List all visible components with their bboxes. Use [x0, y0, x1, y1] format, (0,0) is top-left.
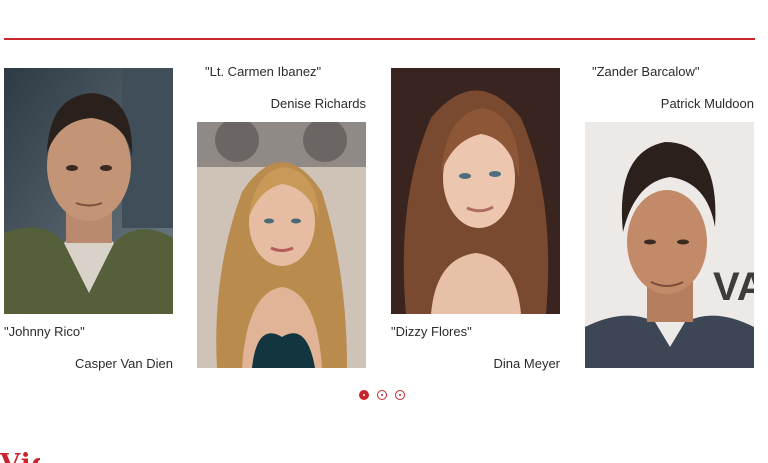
next-section-heading: Vid — [0, 449, 40, 463]
actor-name[interactable]: Patrick Muldoon — [585, 96, 754, 111]
actor-photo-dina-meyer[interactable] — [391, 68, 560, 314]
dot-center — [380, 393, 383, 396]
character-name: "Johnny Rico" — [4, 324, 85, 339]
actor-name[interactable]: Casper Van Dien — [4, 356, 173, 371]
character-name: "Dizzy Flores" — [391, 324, 472, 339]
actor-photo-casper-van-dien[interactable] — [4, 68, 173, 314]
dot-center — [362, 393, 365, 396]
character-name: "Lt. Carmen Ibanez" — [205, 64, 322, 79]
svg-text:VA: VA — [713, 265, 754, 309]
actor-photo-patrick-muldoon[interactable]: VA — [585, 122, 754, 368]
carousel-dot-1[interactable] — [359, 390, 369, 400]
actor-photo-denise-richards[interactable] — [197, 122, 366, 368]
section-divider — [4, 38, 755, 40]
character-name: "Zander Barcalow" — [592, 64, 700, 79]
carousel-pagination — [359, 390, 405, 404]
actor-name[interactable]: Denise Richards — [197, 96, 366, 111]
dot-center — [398, 393, 401, 396]
carousel-dot-3[interactable] — [395, 390, 405, 400]
carousel-dot-2[interactable] — [377, 390, 387, 400]
next-section-heading-text: Vid — [0, 451, 40, 463]
actor-name[interactable]: Dina Meyer — [391, 356, 560, 371]
